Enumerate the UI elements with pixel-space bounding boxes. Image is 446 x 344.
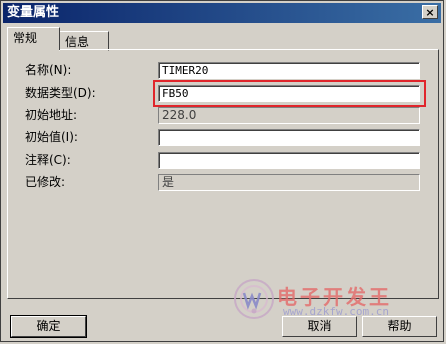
modified-label: 已修改: [25, 175, 66, 189]
tab-info-label: 信息 [65, 35, 90, 49]
cancel-button[interactable]: 取消 [282, 316, 357, 337]
help-button[interactable]: 帮助 [362, 316, 437, 337]
name-label: 名称(N): [25, 63, 72, 77]
watermark-logo-icon [234, 279, 274, 319]
initial-address-value: 228.0 [158, 107, 420, 124]
tab-general-label: 常规 [13, 31, 38, 45]
name-field[interactable]: TIMER20 [158, 62, 420, 79]
close-button[interactable]: × [422, 5, 438, 19]
initial-value-label: 初始值(I): [25, 130, 78, 144]
close-icon: × [425, 6, 435, 19]
comment-label: 注释(C): [25, 153, 71, 167]
title-bar[interactable]: 变量属性 × [3, 3, 441, 23]
tab-info[interactable]: 信息 [59, 31, 109, 51]
data-type-highlight-box [153, 80, 426, 107]
variable-properties-dialog: 变量属性 × 常规 信息 名称(N): TIMER20 数据类型(D): FB5… [0, 0, 444, 342]
initial-address-label: 初始地址: [25, 108, 78, 122]
ok-button[interactable]: 确定 [10, 315, 87, 338]
modified-value: 是 [158, 174, 420, 191]
data-type-label: 数据类型(D): [25, 86, 96, 100]
tab-general[interactable]: 常规 [7, 27, 60, 50]
initial-value-field[interactable] [158, 129, 420, 146]
window-title: 变量属性 [7, 5, 60, 20]
comment-field[interactable] [158, 152, 420, 169]
